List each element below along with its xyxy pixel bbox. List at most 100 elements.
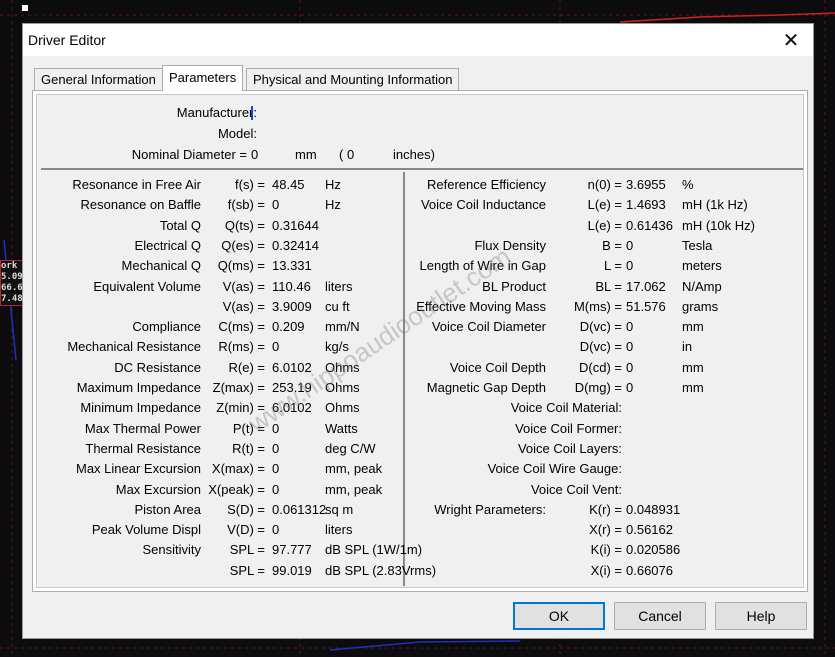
- left-param-value[interactable]: 99.019: [272, 563, 312, 579]
- left-param-unit: dB SPL (2.83Vrms): [325, 562, 437, 578]
- right-param-value[interactable]: 0.66076: [626, 563, 673, 579]
- left-param-value[interactable]: 0.32414: [272, 238, 319, 254]
- right-param-value[interactable]: 0: [626, 339, 633, 355]
- right-param-symbol: BL =: [595, 278, 622, 294]
- right-param-value[interactable]: 0: [626, 238, 633, 254]
- background-readout: ork 5.09 66.6 7.48: [0, 260, 24, 306]
- right-param-value[interactable]: 0: [626, 360, 633, 376]
- right-param-value[interactable]: 51.576: [626, 299, 666, 315]
- left-param-symbol: f(s) =: [235, 177, 265, 192]
- left-param-value[interactable]: 13.331: [272, 258, 312, 274]
- title-bar: Driver Editor ✕: [23, 24, 813, 56]
- left-param-value[interactable]: 0.061312: [272, 502, 326, 518]
- left-param-symbol: SPL =: [229, 562, 265, 578]
- right-param-symbol: X(i) =: [590, 562, 622, 578]
- manufacturer-label: Manufacturer:: [176, 105, 257, 120]
- left-param-label: Max Thermal Power: [84, 420, 201, 436]
- right-param-symbol: L(e) =: [587, 197, 622, 213]
- left-param-unit: liters: [325, 278, 353, 294]
- left-param-value[interactable]: 48.45: [272, 177, 305, 193]
- left-param-symbol: R(ms) =: [218, 339, 265, 355]
- left-param-value[interactable]: 0: [272, 461, 279, 477]
- left-param-unit: mm/N: [325, 319, 360, 335]
- manufacturer-input[interactable]: [251, 106, 253, 120]
- left-param-symbol: V(as) =: [222, 278, 265, 294]
- left-param-unit: kg/s: [325, 339, 349, 355]
- right-param-symbol: D(vc) =: [579, 339, 622, 355]
- left-param-label: Equivalent Volume: [93, 278, 201, 294]
- right-param-value[interactable]: 3.6955: [626, 177, 666, 193]
- left-param-label: Compliance: [132, 319, 201, 335]
- left-param-value[interactable]: 0.31644: [272, 218, 319, 234]
- help-button[interactable]: Help: [715, 602, 807, 630]
- ok-button[interactable]: OK: [513, 602, 605, 630]
- right-param-unit: N/Amp: [682, 278, 722, 294]
- left-param-unit: Hz: [325, 177, 341, 192]
- right-param-symbol: K(i) =: [590, 542, 622, 558]
- left-param-value[interactable]: 253.19: [272, 380, 312, 396]
- left-param-symbol: Z(max) =: [212, 380, 265, 395]
- tab-physical-mounting[interactable]: Physical and Mounting Information: [246, 68, 460, 90]
- left-param-unit: Watts: [325, 420, 358, 436]
- tab-general-information[interactable]: General Information: [34, 68, 163, 90]
- left-param-value[interactable]: 0: [272, 522, 279, 538]
- left-param-symbol: V(as) =: [222, 298, 265, 314]
- close-button[interactable]: ✕: [769, 24, 813, 56]
- left-param-unit: cu ft: [325, 298, 350, 314]
- right-param-symbol: D(vc) =: [579, 319, 622, 335]
- right-param-symbol: D(mg) =: [574, 380, 622, 395]
- nominal-diameter-mm-value[interactable]: 0: [251, 147, 258, 163]
- right-param-value[interactable]: 0.56162: [626, 522, 673, 538]
- left-param-symbol: X(max) =: [211, 461, 265, 477]
- right-param-symbol: n(0) =: [587, 177, 622, 192]
- left-param-symbol: Z(min) =: [216, 400, 265, 416]
- left-param-symbol: Q(ts) =: [224, 217, 265, 233]
- model-label: Model:: [217, 126, 257, 141]
- left-param-value[interactable]: 0.209: [272, 319, 305, 335]
- left-param-symbol: V(D) =: [227, 522, 265, 538]
- left-param-value[interactable]: 0: [272, 482, 279, 498]
- left-param-value[interactable]: 110.46: [272, 279, 311, 295]
- section-divider: [41, 168, 803, 170]
- right-param-value[interactable]: 0.020586: [626, 542, 680, 558]
- left-param-value[interactable]: 0: [272, 197, 279, 213]
- right-param-unit: mm: [682, 359, 704, 375]
- left-param-symbol: P(t) =: [232, 420, 265, 436]
- right-param-label: Flux Density: [474, 237, 546, 253]
- left-param-symbol: SPL =: [229, 542, 265, 558]
- left-param-symbol: Q(es) =: [221, 237, 265, 253]
- right-param-label: Voice Coil Inductance: [420, 197, 546, 213]
- right-param-symbol: L =: [604, 258, 622, 274]
- left-param-symbol: R(e) =: [228, 359, 265, 375]
- left-param-value[interactable]: 6.0102: [272, 400, 312, 416]
- right-param-value[interactable]: 0: [626, 380, 633, 396]
- left-param-label: Thermal Resistance: [85, 440, 201, 456]
- right-param-label: BL Product: [482, 278, 546, 294]
- driver-editor-dialog: Driver Editor ✕ General Information Para…: [22, 23, 814, 639]
- left-param-unit: dB SPL (1W/1m): [325, 542, 423, 558]
- right-param-value[interactable]: 0: [626, 258, 633, 274]
- left-param-value[interactable]: 6.0102: [272, 360, 312, 376]
- left-param-label: Electrical Q: [134, 237, 201, 253]
- left-param-value[interactable]: 0: [272, 421, 279, 437]
- right-param-symbol: K(r) =: [589, 501, 622, 517]
- right-param-value[interactable]: 0.61436: [626, 218, 673, 234]
- right-param-symbol: M(ms) =: [573, 298, 622, 314]
- left-param-label: Sensitivity: [142, 542, 201, 558]
- nominal-diameter-label: Nominal Diameter =: [131, 147, 247, 162]
- left-param-value[interactable]: 97.777: [272, 542, 312, 558]
- right-param-symbol: D(cd) =: [579, 359, 622, 375]
- right-param-value[interactable]: 0.048931: [626, 502, 680, 518]
- right-param-value[interactable]: 1.4693: [626, 197, 666, 213]
- left-param-value[interactable]: 0: [272, 441, 279, 457]
- tab-parameters[interactable]: Parameters: [162, 65, 244, 91]
- right-param-label: Voice Coil Diameter: [431, 319, 546, 335]
- right-param-value[interactable]: 17.062: [626, 279, 666, 295]
- left-param-value[interactable]: 3.9009: [272, 299, 312, 315]
- cancel-button[interactable]: Cancel: [614, 602, 706, 630]
- right-param-symbol: Voice Coil Material:: [510, 400, 622, 416]
- right-param-value[interactable]: 0: [626, 319, 633, 335]
- right-param-unit: mH (1k Hz): [682, 197, 748, 213]
- left-param-unit: sq m: [325, 501, 354, 517]
- left-param-value[interactable]: 0: [272, 339, 279, 355]
